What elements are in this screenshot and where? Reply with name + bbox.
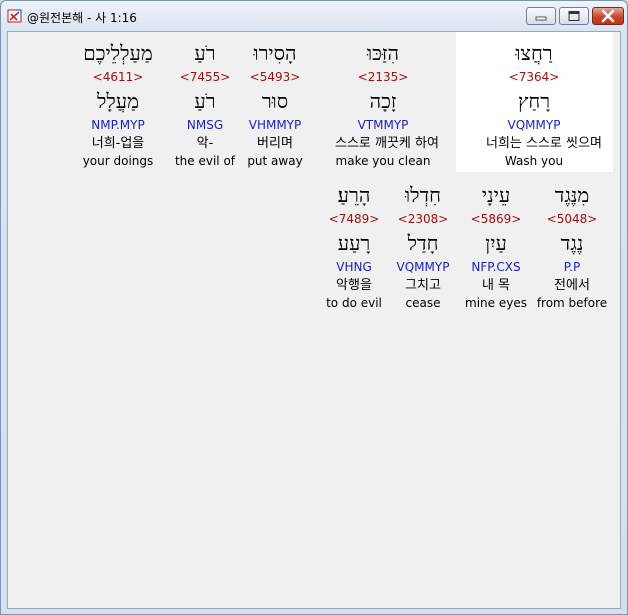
korean-gloss: 스스로 깨끗케 하여 [335, 136, 439, 151]
minimize-button[interactable] [526, 7, 556, 25]
word-entry[interactable]: הִזַּכּוּ <2135> זָכָה VTMMYP 스스로 깨끗케 하여… [335, 38, 439, 169]
korean-gloss: 너희-업을 [91, 136, 145, 151]
word-entry[interactable]: רַחֲצוּ <7364> רָחַץ VQMMYP 너희는 스스로 씻으며 … [486, 38, 602, 169]
morph-code: VQMMYP [507, 118, 561, 132]
word-entry[interactable]: מַעַלְלֵיכֶם <4611> מַעֲלָל NMP.MYP 너희-업… [70, 38, 166, 169]
word-entry[interactable]: רֹעַ <7455> רֹעַ NMSG 악- the evil of [160, 38, 250, 169]
interlinear-panel: רַחֲצוּ <7364> רָחַץ VQMMYP 너희는 스스로 씻으며 … [7, 31, 621, 609]
app-window: @원전본해 - 사 1:16 רַחֲצוּ <7364> רָחַץ VQMM… [0, 0, 628, 615]
hebrew-word: רֹעַ [194, 41, 216, 65]
lemma-word: מַעֲלָל [97, 89, 139, 113]
korean-gloss: 악- [196, 136, 214, 151]
word-entry[interactable]: הָרֵעַ׃ <7489> רָעַע VHNG 악행을 to do evil [306, 180, 402, 311]
close-button[interactable] [592, 7, 624, 25]
title-bar[interactable]: @원전본해 - 사 1:16 [1, 1, 627, 31]
korean-gloss: 악행을 [336, 278, 372, 293]
lemma-word: רֹעַ [194, 89, 216, 113]
strong-number[interactable]: <7455> [160, 68, 250, 86]
english-gloss: your doings [82, 154, 154, 168]
strong-number[interactable]: <4611> [70, 68, 166, 86]
korean-gloss: 너희는 스스로 씻으며 [486, 136, 602, 151]
minimize-icon [535, 16, 547, 21]
english-gloss: Wash you [504, 154, 564, 168]
strong-number[interactable]: <2135> [335, 68, 431, 86]
lemma-word: רָעַע [337, 231, 371, 255]
window-title: @원전본해 - 사 1:16 [27, 11, 137, 25]
strong-number[interactable]: <7489> [306, 210, 402, 228]
morph-code: VHNG [336, 260, 372, 274]
morph-code: NMSG [186, 118, 224, 132]
maximize-button[interactable] [559, 7, 589, 25]
morph-code: NMP.MYP [91, 118, 145, 132]
english-gloss: the evil of [174, 154, 236, 168]
strong-number[interactable]: <7364> [486, 68, 582, 86]
close-icon [601, 9, 615, 23]
hebrew-word: רַחֲצוּ [515, 41, 553, 65]
morph-code: VTMMYP [357, 118, 409, 132]
hebrew-word: מַעַלְלֵיכֶם [83, 41, 153, 65]
hebrew-word: הָרֵעַ׃ [337, 183, 371, 207]
app-icon [7, 9, 22, 23]
lemma-word: זָכָה [369, 89, 397, 113]
maximize-icon [568, 11, 580, 21]
hebrew-word: הִזַּכּוּ [367, 41, 399, 65]
lemma-word: רָחַץ [517, 89, 551, 113]
english-gloss: make you clean [335, 154, 431, 168]
english-gloss: to do evil [326, 296, 382, 310]
